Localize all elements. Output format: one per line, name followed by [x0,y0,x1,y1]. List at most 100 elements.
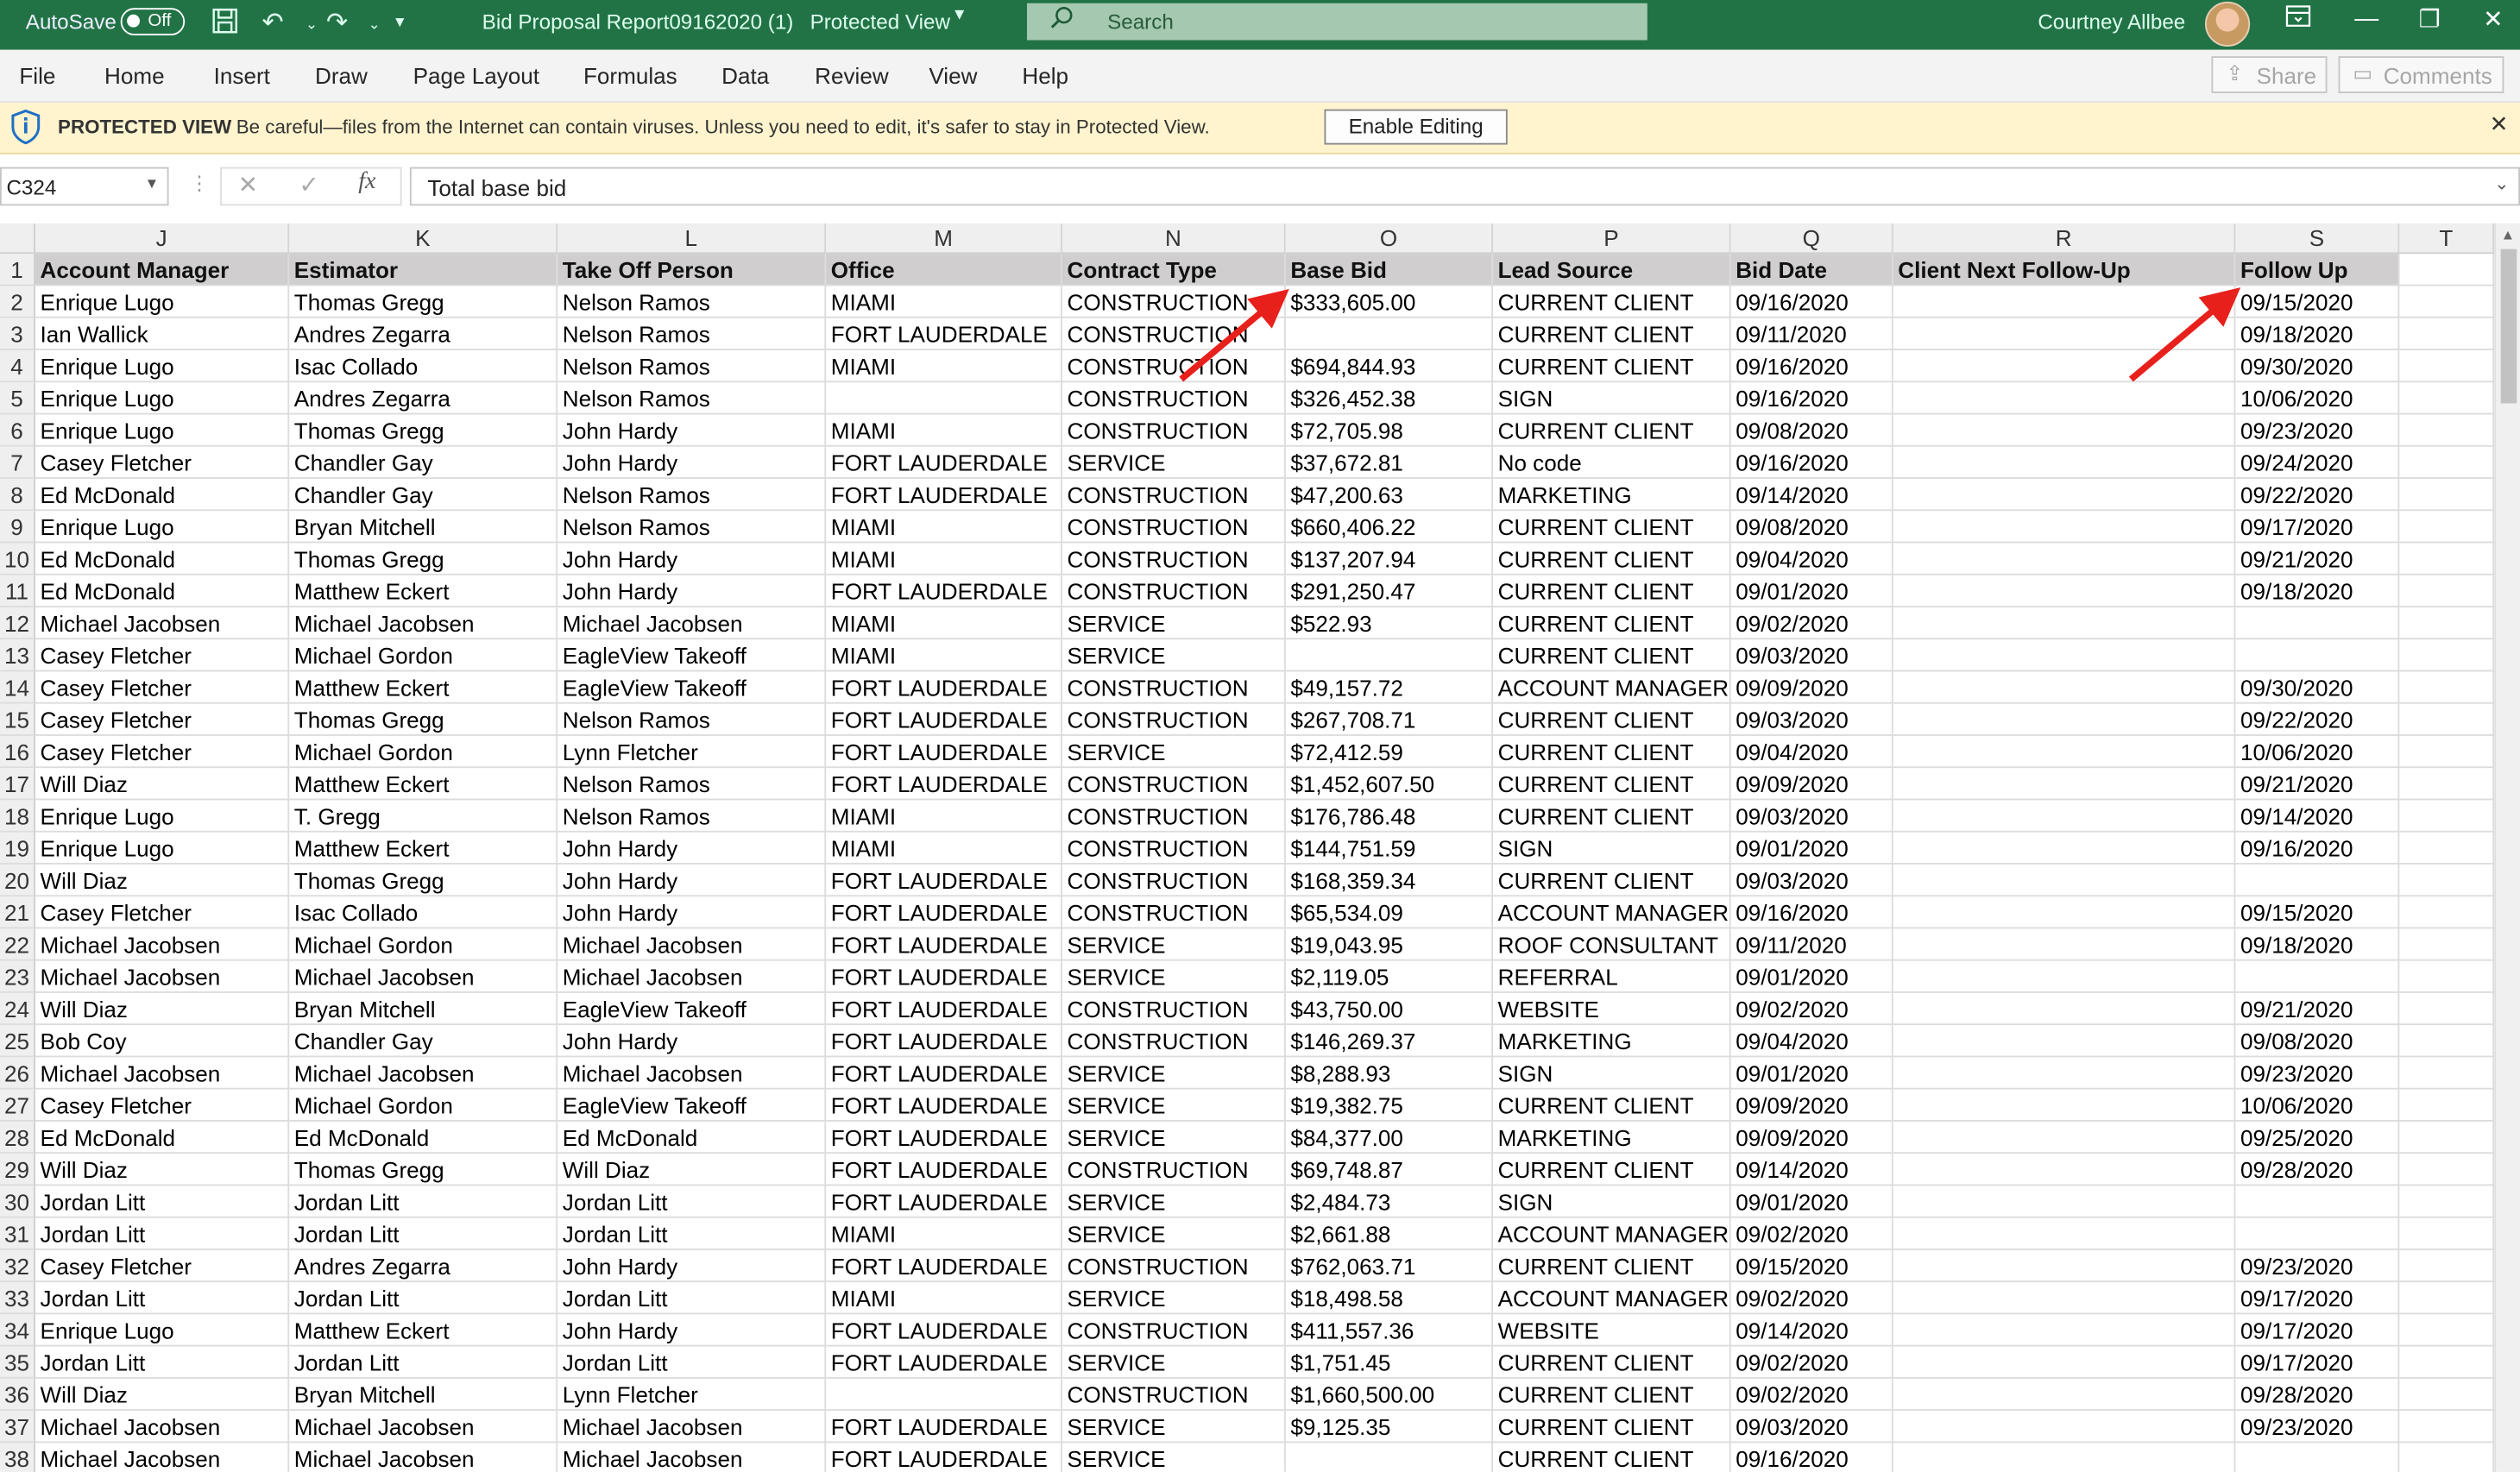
scroll-thumb[interactable] [2500,248,2517,404]
table-cell[interactable] [1893,671,2236,704]
table-cell[interactable] [2399,543,2495,576]
table-cell[interactable] [1893,735,2236,769]
table-cell[interactable]: 09/21/2020 [2235,992,2400,1026]
table-cell[interactable]: $333,605.00 [1285,286,1494,318]
table-cell[interactable] [1893,1154,2236,1186]
table-cell[interactable]: ACCOUNT MANAGER [1493,896,1731,929]
tab-page-layout[interactable]: Page Layout [413,63,539,89]
table-cell[interactable]: Jordan Litt [289,1346,558,1379]
tab-data[interactable]: Data [721,63,769,89]
table-cell[interactable] [1893,1249,2236,1283]
row-header[interactable]: 2 [0,286,35,318]
scroll-up-icon[interactable]: ▲ [2501,227,2516,243]
table-cell[interactable]: SERVICE [1062,735,1286,769]
table-cell[interactable]: MIAMI [826,832,1062,865]
table-cell[interactable]: 09/14/2020 [2235,800,2400,833]
table-cell[interactable]: CURRENT CLIENT [1493,511,1731,544]
table-cell[interactable] [1893,896,2236,929]
table-cell[interactable]: 09/17/2020 [2235,511,2400,544]
table-cell[interactable]: Jordan Litt [35,1346,290,1379]
table-cell[interactable]: Will Diaz [35,768,290,801]
table-cell[interactable] [2235,639,2400,672]
table-cell[interactable]: FORT LAUDERDALE [826,1249,1062,1283]
table-cell[interactable]: 09/01/2020 [1730,1057,1893,1090]
row-header[interactable]: 24 [0,992,35,1026]
table-cell[interactable]: 09/17/2020 [2235,1314,2400,1347]
table-cell[interactable]: SERVICE [1062,1346,1286,1379]
column-header-o[interactable]: O [1285,223,1494,255]
table-cell[interactable] [1893,1217,2236,1250]
table-cell[interactable]: Ed McDonald [35,543,290,576]
table-cell[interactable]: MARKETING [1493,1121,1731,1154]
table-cell[interactable]: Jordan Litt [289,1217,558,1250]
table-cell[interactable]: $267,708.71 [1285,703,1494,736]
table-cell[interactable] [1893,414,2236,447]
table-cell[interactable]: CURRENT CLIENT [1493,800,1731,833]
table-cell[interactable]: SERVICE [1062,960,1286,993]
table-cell[interactable]: FORT LAUDERDALE [826,992,1062,1026]
tab-help[interactable]: Help [1022,63,1068,89]
redo-icon[interactable]: ↷ [326,6,348,38]
table-cell[interactable]: MIAMI [826,1282,1062,1315]
table-cell[interactable]: SIGN [1493,382,1731,415]
table-cell[interactable]: Nelson Ramos [558,511,827,544]
search-box[interactable]: Search [1026,3,1647,41]
table-cell[interactable]: Michael Jacobsen [35,960,290,993]
table-cell[interactable]: CURRENT CLIENT [1493,1154,1731,1186]
table-cell[interactable]: $37,672.81 [1285,446,1494,479]
table-cell[interactable] [2399,1314,2495,1347]
table-cell[interactable]: Ed McDonald [35,1121,290,1154]
table-cell[interactable]: Lynn Fletcher [558,1378,827,1412]
table-cell[interactable] [2399,1378,2495,1412]
table-cell[interactable]: 09/17/2020 [2235,1346,2400,1379]
chevron-down-icon[interactable]: ▼ [145,175,160,192]
table-cell[interactable]: CONSTRUCTION [1062,992,1286,1026]
table-cell[interactable]: CURRENT CLIENT [1493,543,1731,576]
table-cell[interactable]: CONSTRUCTION [1062,864,1286,897]
table-cell[interactable]: 09/16/2020 [1730,349,1893,383]
enable-editing-button[interactable]: Enable Editing [1324,109,1508,145]
header-cell[interactable]: Bid Date [1730,254,1893,286]
table-cell[interactable] [2235,960,2400,993]
table-cell[interactable]: Will Diaz [35,864,290,897]
header-cell[interactable]: Office [826,254,1062,286]
table-cell[interactable]: Michael Gordon [289,735,558,769]
table-cell[interactable]: MIAMI [826,607,1062,640]
table-cell[interactable]: $69,748.87 [1285,1154,1494,1186]
table-cell[interactable]: 09/02/2020 [1730,1378,1893,1412]
table-cell[interactable]: FORT LAUDERDALE [826,864,1062,897]
table-cell[interactable]: CONSTRUCTION [1062,286,1286,318]
table-cell[interactable]: Casey Fletcher [35,639,290,672]
column-header-p[interactable]: P [1493,223,1731,255]
table-cell[interactable]: Nelson Ramos [558,318,827,350]
table-cell[interactable] [1893,1282,2236,1315]
table-cell[interactable] [2235,864,2400,897]
table-cell[interactable]: 09/16/2020 [1731,1443,1893,1472]
table-cell[interactable]: John Hardy [558,1025,827,1058]
table-cell[interactable] [1893,286,2236,318]
table-cell[interactable]: Matthew Eckert [289,768,558,801]
table-cell[interactable]: $49,157.72 [1285,671,1494,704]
table-cell[interactable] [2399,318,2495,350]
table-cell[interactable]: Chandler Gay [289,478,558,512]
table-cell[interactable]: $65,534.09 [1285,896,1494,929]
column-header-l[interactable]: L [558,223,827,255]
row-header[interactable]: 23 [0,960,35,993]
table-cell[interactable] [1893,1314,2236,1347]
table-cell[interactable] [2399,478,2495,512]
name-box[interactable]: C324 ▼ [0,167,169,206]
table-cell[interactable]: SERVICE [1062,1411,1286,1444]
table-cell[interactable]: Thomas Gregg [289,1154,558,1186]
table-cell[interactable]: CONSTRUCTION [1062,318,1286,350]
table-cell[interactable] [2235,1217,2400,1250]
column-header-m[interactable]: M [826,223,1062,255]
table-cell[interactable] [2399,446,2495,479]
table-cell[interactable]: CONSTRUCTION [1062,382,1286,415]
table-cell[interactable]: FORT LAUDERDALE [826,478,1062,512]
row-header[interactable]: 29 [0,1154,35,1186]
table-cell[interactable]: 09/03/2020 [1730,1411,1893,1444]
table-cell[interactable]: SERVICE [1062,607,1286,640]
table-cell[interactable]: SERVICE [1062,1443,1286,1472]
table-cell[interactable]: 09/11/2020 [1730,318,1893,350]
more-icon[interactable]: ⋮ [190,172,209,194]
